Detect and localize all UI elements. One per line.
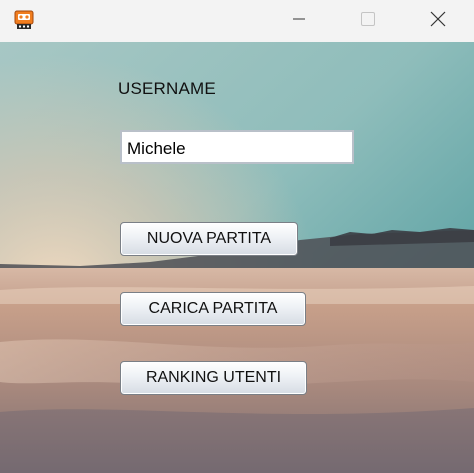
user-ranking-button[interactable]: RANKING UTENTI [120,361,307,395]
maximize-icon [361,11,375,31]
main-panel: USERNAME NUOVA PARTITA CARICA PARTITA RA… [0,42,474,473]
username-label: USERNAME [118,79,216,98]
game-controller-icon [14,9,34,31]
minimize-icon [293,12,305,30]
maximize-button[interactable] [345,0,391,42]
new-game-button[interactable]: NUOVA PARTITA [120,222,298,256]
app-window: USERNAME NUOVA PARTITA CARICA PARTITA RA… [0,0,474,473]
close-button[interactable] [415,0,461,42]
beach-background-image [0,42,474,473]
close-icon [430,11,446,32]
title-bar[interactable] [0,0,474,42]
load-game-button[interactable]: CARICA PARTITA [120,292,306,326]
username-input[interactable] [120,130,354,164]
minimize-button[interactable] [276,0,322,42]
